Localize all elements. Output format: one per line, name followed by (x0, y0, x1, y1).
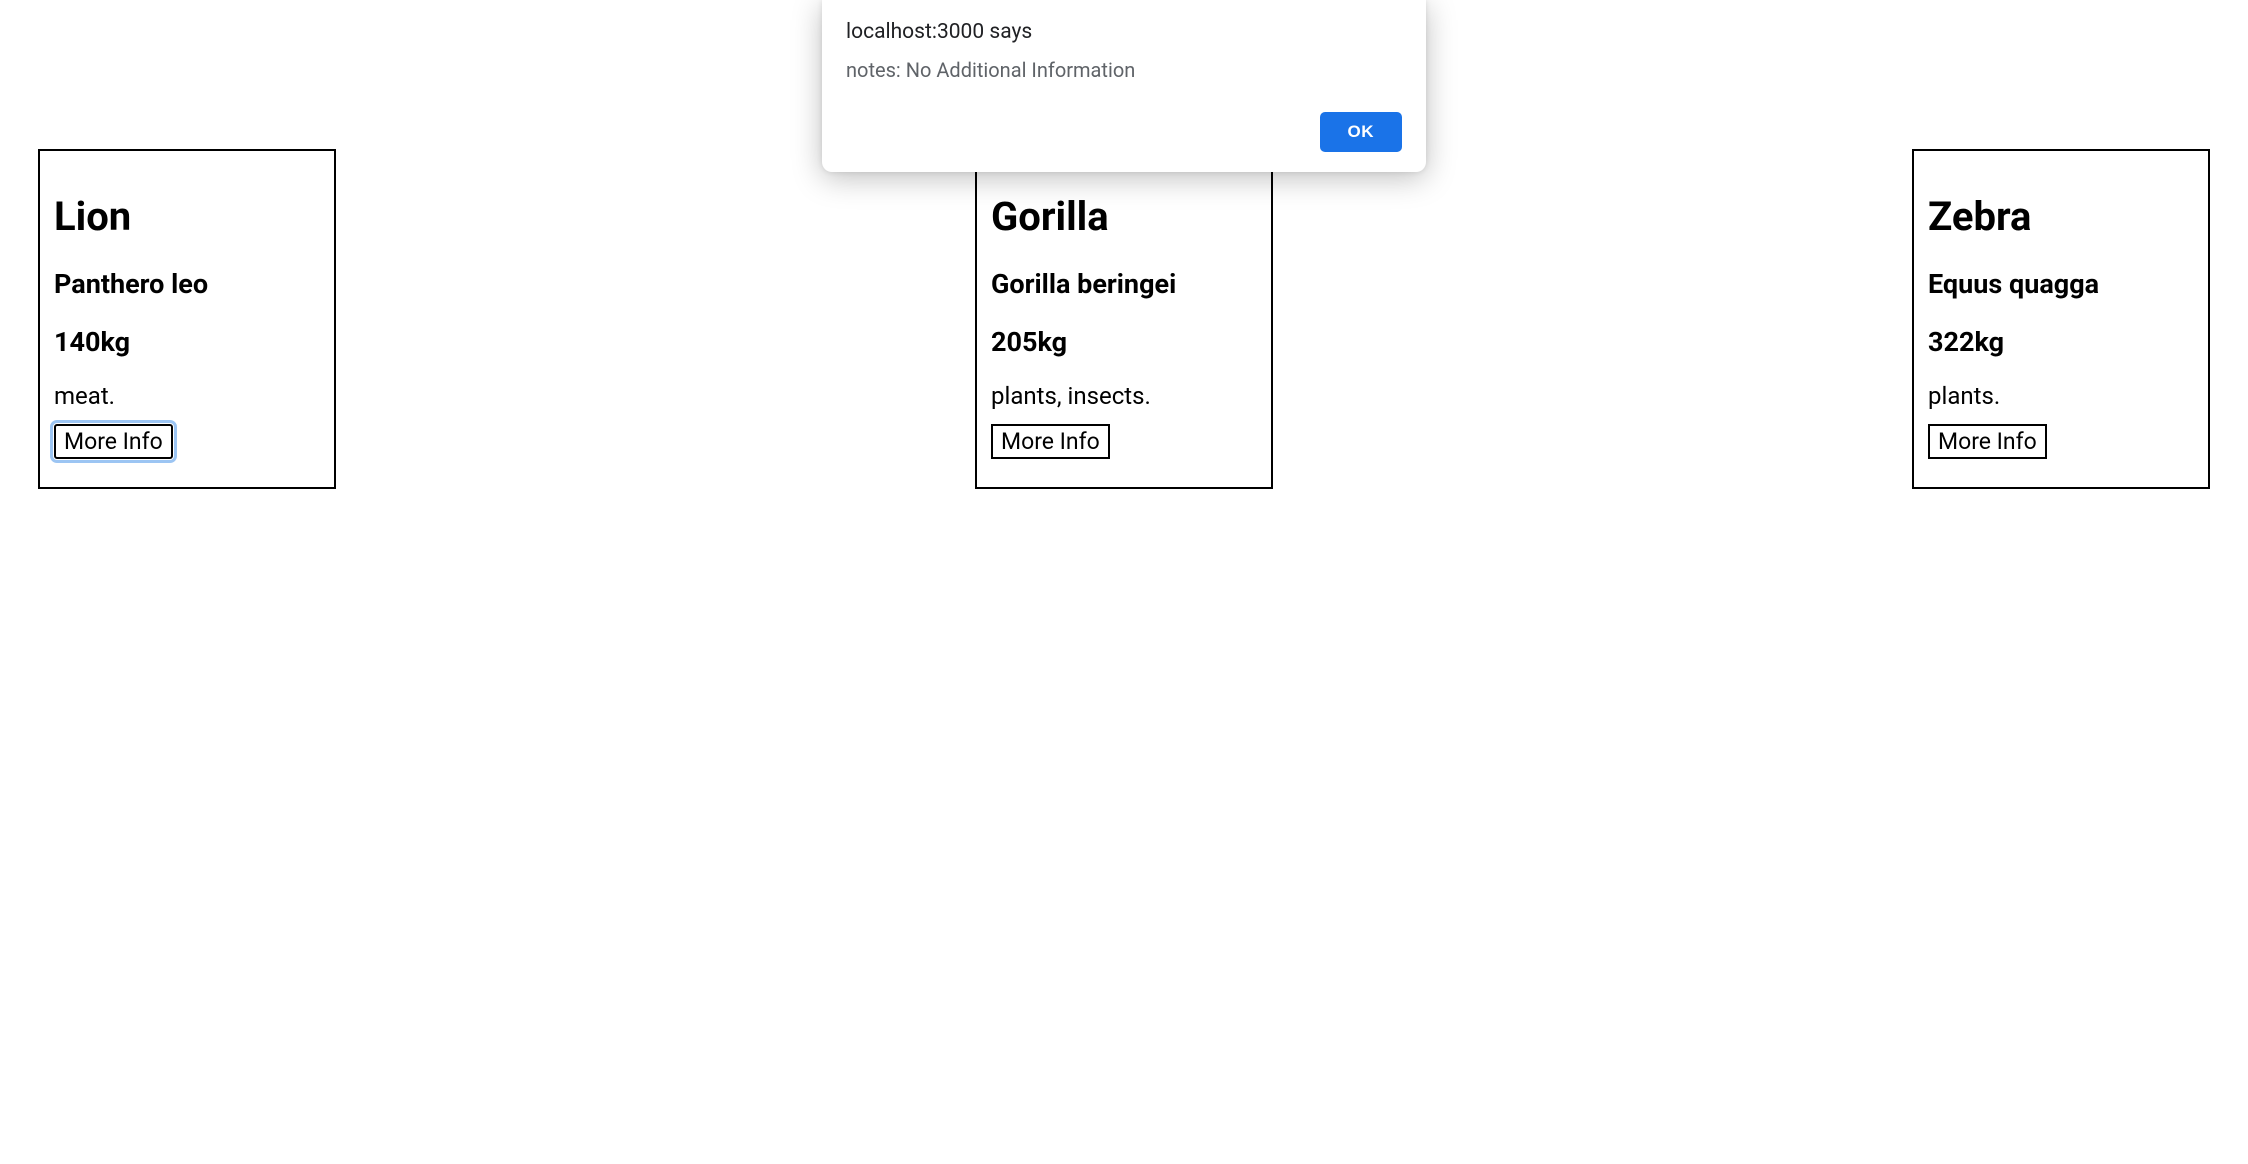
animal-diet: plants, insects. (991, 382, 1257, 410)
animal-card-gorilla: Gorilla Gorilla beringei 205kg plants, i… (975, 149, 1273, 489)
alert-dialog: localhost:3000 says notes: No Additional… (822, 0, 1426, 172)
more-info-button[interactable]: More Info (54, 424, 173, 459)
more-info-button[interactable]: More Info (991, 424, 1110, 459)
animal-card-lion: Lion Panthero leo 140kg meat. More Info (38, 149, 336, 489)
more-info-button[interactable]: More Info (1928, 424, 2047, 459)
animal-name: Zebra (1928, 193, 2194, 240)
alert-ok-button[interactable]: OK (1320, 112, 1403, 152)
animal-species: Gorilla beringei (991, 268, 1257, 300)
animal-diet: plants. (1928, 382, 2194, 410)
animal-card-zebra: Zebra Equus quagga 322kg plants. More In… (1912, 149, 2210, 489)
animal-name: Gorilla (991, 193, 1257, 240)
alert-actions: OK (846, 112, 1402, 152)
animal-weight: 140kg (54, 326, 320, 358)
animal-species: Panthero leo (54, 268, 320, 300)
alert-title: localhost:3000 says (846, 20, 1402, 44)
alert-message: notes: No Additional Information (846, 58, 1402, 82)
animal-name: Lion (54, 193, 320, 240)
animal-weight: 205kg (991, 326, 1257, 358)
animal-species: Equus quagga (1928, 268, 2194, 300)
animal-diet: meat. (54, 382, 320, 410)
animal-weight: 322kg (1928, 326, 2194, 358)
